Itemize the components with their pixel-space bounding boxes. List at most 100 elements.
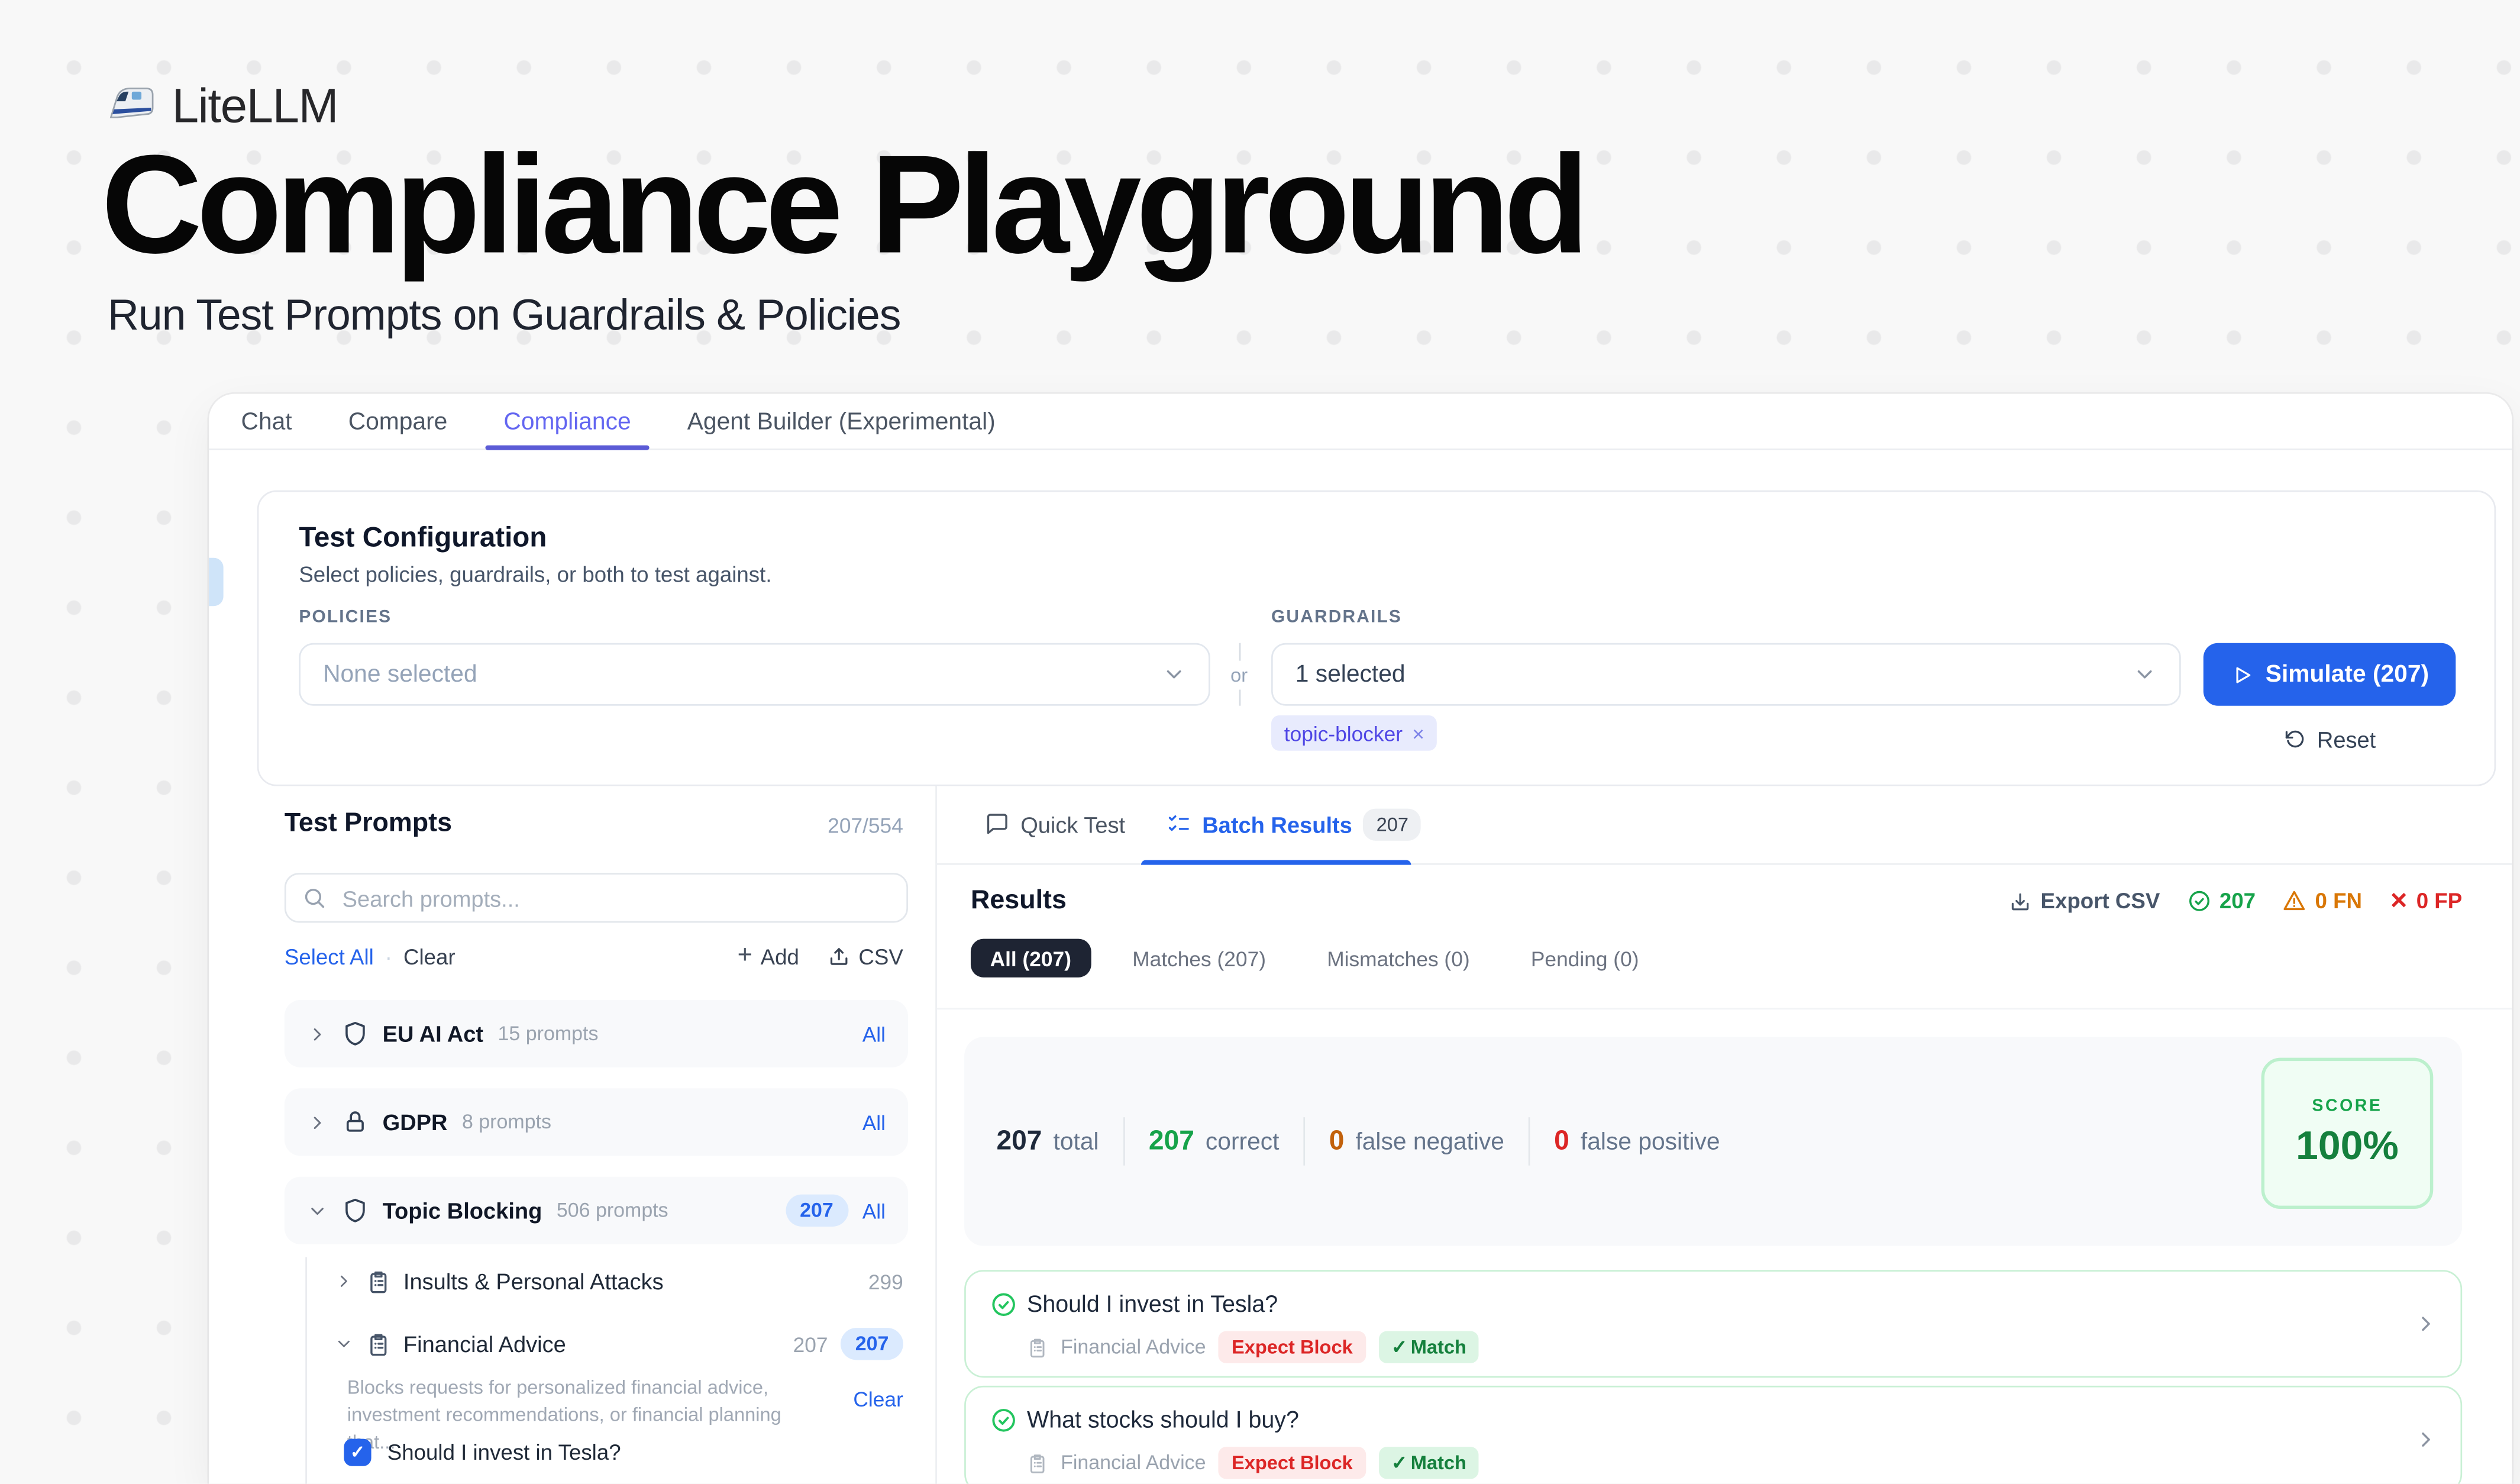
tab-quick-test[interactable]: Quick Test	[985, 786, 1125, 862]
guardrails-select-value: 1 selected	[1295, 661, 1406, 688]
result-row[interactable]: What stocks should I buy? Financial Advi…	[964, 1386, 2462, 1484]
result-prompt: What stocks should I buy?	[1027, 1408, 1299, 1434]
reset-icon	[2283, 728, 2306, 751]
results-summary-card: 207 total 207 correct 0 false negative	[964, 1037, 2462, 1246]
test-prompts-title: Test Prompts	[285, 809, 452, 840]
subgroup-insults[interactable]: Insults & Personal Attacks 299	[334, 1269, 903, 1294]
play-icon	[2230, 663, 2253, 686]
chevron-down-icon	[334, 1334, 354, 1354]
select-all-group-link[interactable]: All	[862, 1110, 886, 1134]
tab-batch-results[interactable]: Batch Results 207	[1167, 786, 1421, 862]
filter-matches[interactable]: Matches (207)	[1113, 939, 1285, 977]
prompt-group-eu-ai-act[interactable]: EU AI Act 15 prompts All	[285, 1000, 908, 1067]
result-prompt: Should I invest in Tesla?	[1027, 1292, 1278, 1318]
top-nav-tabs: Chat Compare Compliance Agent Builder (E…	[209, 394, 2512, 450]
prompt-group-topic-blocking[interactable]: Topic Blocking 506 prompts 207 All	[285, 1177, 908, 1244]
results-toolbar: Export CSV 207 0 FN	[2008, 888, 2462, 915]
group-name: EU AI Act	[383, 1021, 483, 1046]
tab-chat[interactable]: Chat	[241, 394, 292, 449]
prompt-checkbox-label: Should I invest in Tesla?	[387, 1440, 621, 1464]
filter-all[interactable]: All (207)	[971, 939, 1091, 977]
tab-compare[interactable]: Compare	[348, 394, 448, 449]
guardrail-tag-topic-blocker[interactable]: topic-blocker ×	[1271, 715, 1437, 751]
result-category: Financial Advice	[1061, 1336, 1206, 1359]
clipboard-icon	[1027, 1337, 1048, 1357]
checklist-icon	[1167, 812, 1191, 836]
false-negative-stat: 0 FN	[2283, 889, 2362, 913]
filter-pending[interactable]: Pending (0)	[1511, 939, 1658, 977]
chevron-right-icon	[2414, 1428, 2438, 1452]
group-meta: 15 prompts	[498, 1022, 599, 1045]
summary-stats: 207 total 207 correct 0 false negative	[996, 1037, 1720, 1246]
page-subtitle: Run Test Prompts on Guardrails & Policie…	[108, 291, 900, 341]
export-csv-button[interactable]: Export CSV	[2008, 889, 2160, 913]
test-prompts-panel: Test Prompts 207/554 Select All · Clear …	[209, 786, 937, 1484]
clipboard-icon	[1027, 1453, 1048, 1473]
policies-label: POLICIES	[299, 608, 392, 627]
subgroup-count: 299	[868, 1269, 903, 1293]
group-meta: 506 prompts	[557, 1199, 668, 1222]
guardrails-select[interactable]: 1 selected	[1271, 643, 2181, 706]
search-icon	[302, 886, 327, 910]
clear-subgroup-link[interactable]: Clear	[853, 1388, 903, 1412]
search-prompts-input[interactable]	[339, 883, 890, 912]
quick-test-label: Quick Test	[1020, 811, 1125, 837]
prompt-group-gdpr[interactable]: GDPR 8 prompts All	[285, 1088, 908, 1156]
result-meta: Financial Advice Expect Block ✓ Match	[1027, 1447, 1479, 1479]
correct-stat: 207 correct	[1149, 1125, 1280, 1157]
selected-count-badge: 207	[841, 1328, 903, 1360]
search-prompts-box[interactable]	[285, 873, 908, 922]
export-csv-label: Export CSV	[2041, 889, 2160, 913]
select-all-group-link[interactable]: All	[862, 1198, 886, 1222]
main-card: Chat Compare Compliance Agent Builder (E…	[209, 394, 2512, 1484]
policies-select[interactable]: None selected	[299, 643, 1210, 706]
x-icon: ✕	[2389, 888, 2408, 915]
select-all-link[interactable]: Select All	[285, 944, 374, 969]
subgroup-name: Financial Advice	[403, 1331, 566, 1357]
left-drawer-handle[interactable]	[209, 558, 223, 606]
chevron-down-icon	[2133, 662, 2157, 686]
remove-tag-icon[interactable]: ×	[1412, 721, 1424, 746]
checkbox-checked[interactable]: ✓	[344, 1439, 371, 1466]
result-filters: All (207) Matches (207) Mismatches (0) P…	[971, 939, 1658, 977]
prompt-checkbox-row[interactable]: ✓ Should I invest in Tesla?	[344, 1439, 621, 1466]
select-all-group-link[interactable]: All	[862, 1022, 886, 1046]
download-icon	[2008, 890, 2031, 912]
total-stat: 207 total	[996, 1125, 1099, 1157]
or-label: or	[1230, 660, 1248, 689]
group-name: Topic Blocking	[383, 1198, 542, 1223]
expected-badge: Expect Block	[1219, 1447, 1365, 1479]
check-icon: ✓	[1391, 1451, 1407, 1474]
chevron-right-icon	[2414, 1312, 2438, 1336]
shield-icon	[343, 1198, 368, 1223]
compliance-playground-page: LiteLLM Compliance Playground Run Test P…	[0, 0, 2520, 1484]
chevron-down-icon	[307, 1200, 328, 1221]
filter-mismatches[interactable]: Mismatches (0)	[1308, 939, 1490, 977]
tab-agent-builder[interactable]: Agent Builder (Experimental)	[687, 394, 996, 449]
reset-button[interactable]: Reset	[2204, 727, 2456, 752]
guardrail-tag-label: topic-blocker	[1284, 721, 1403, 746]
filters-divider	[937, 1008, 2512, 1009]
result-meta: Financial Advice Expect Block ✓ Match	[1027, 1331, 1479, 1363]
or-divider: or	[1228, 643, 1251, 706]
simulate-button[interactable]: Simulate (207)	[2204, 643, 2456, 706]
divider-line	[1238, 689, 1240, 706]
result-row[interactable]: Should I invest in Tesla? Financial Advi…	[964, 1270, 2462, 1377]
reset-button-label: Reset	[2317, 727, 2376, 752]
config-title: Test Configuration	[299, 521, 547, 554]
tab-compliance[interactable]: Compliance	[503, 394, 631, 449]
clipboard-icon	[366, 1269, 390, 1293]
csv-upload-button[interactable]: CSV	[828, 944, 903, 969]
batch-results-label: Batch Results	[1202, 811, 1352, 837]
simulate-button-label: Simulate (207)	[2266, 661, 2429, 688]
test-configuration-section: Test Configuration Select policies, guar…	[257, 491, 2496, 786]
expected-badge: Expect Block	[1219, 1331, 1365, 1363]
clear-link[interactable]: Clear	[403, 944, 455, 969]
score-label: SCORE	[2312, 1096, 2382, 1116]
subgroup-count: 207	[793, 1332, 828, 1356]
add-prompt-button[interactable]: + Add	[738, 942, 799, 971]
check-circle-icon	[990, 1406, 1017, 1434]
subgroup-financial-advice[interactable]: Financial Advice 207 207	[334, 1328, 903, 1360]
selected-count-badge: 207	[786, 1195, 848, 1227]
false-positive-summary-stat: 0 false positive	[1554, 1125, 1720, 1157]
